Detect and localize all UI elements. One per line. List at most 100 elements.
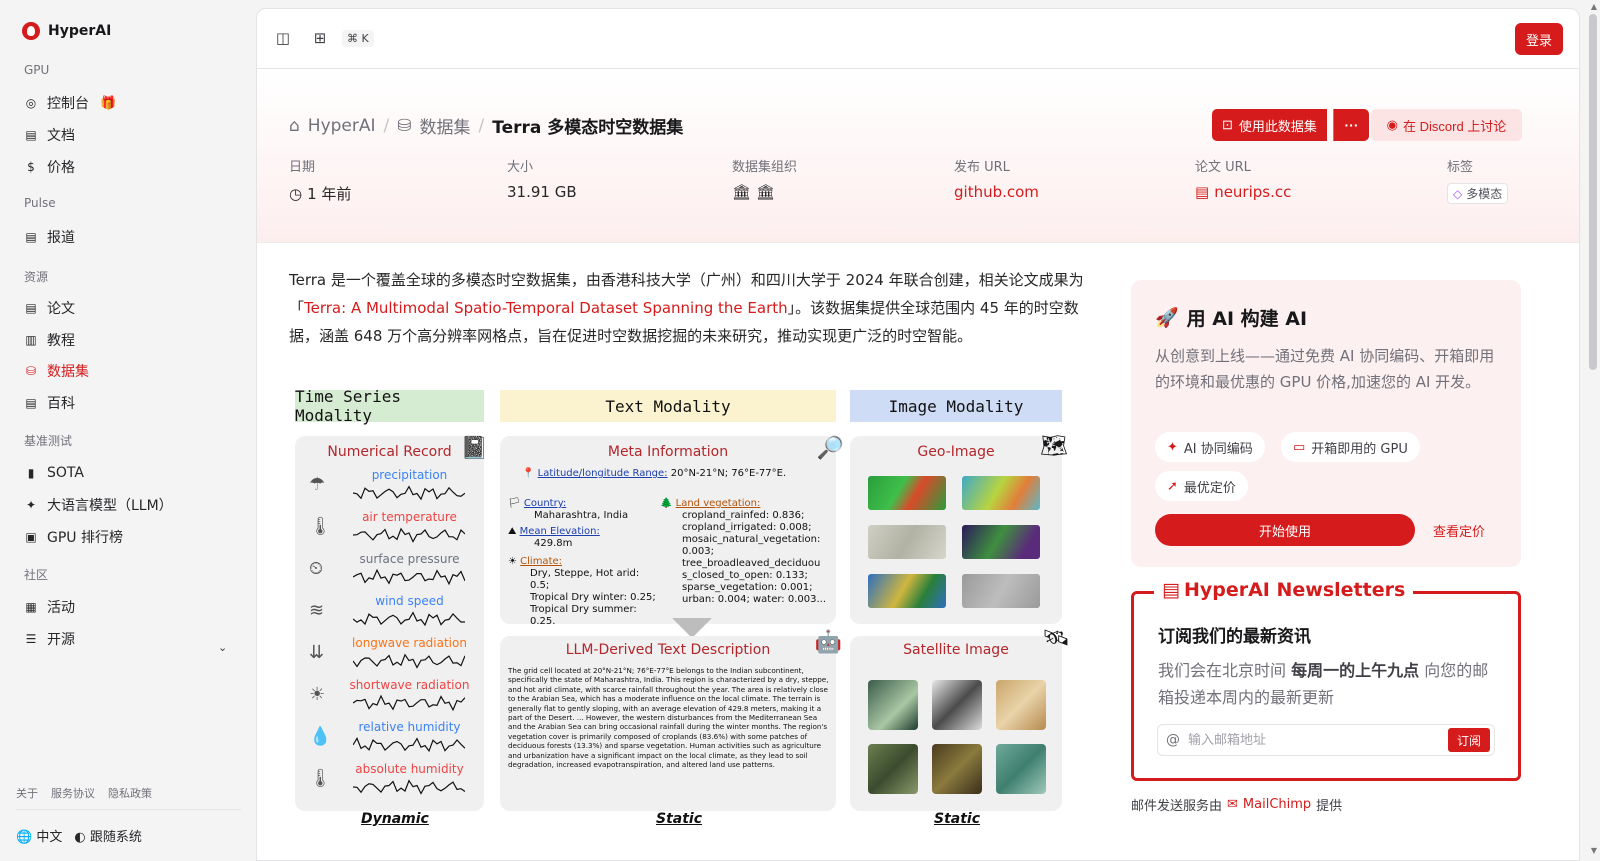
geo-thumbnail [868,525,946,559]
vegetation-line: cropland_irrigated: 0.008; [682,522,812,533]
gauge-icon: ◎ [25,96,37,110]
email-input[interactable] [1188,732,1448,748]
section-title-benchmarks: 基准测试 [24,434,73,448]
series-waveform [353,737,465,753]
geo-thumbnail [962,574,1040,608]
vegetation-line: 0.003; [682,546,714,557]
chip-gpu[interactable]: ▭ 开箱即用的 GPU [1281,432,1420,462]
language-switch[interactable]: 🌐 中文 [16,826,62,845]
shortcut-hint[interactable]: ⌘ K [342,30,374,47]
tree-icon: 🌲 [660,498,673,509]
series-row: ≋ wind speed [305,594,474,634]
about-link[interactable]: 关于 [16,785,38,801]
sidebar-toggle-icon[interactable]: ◫ [274,29,292,47]
mailchimp-credit: 邮件发送服务由 ✉ MailChimp 提供 [1131,797,1343,814]
satellite-thumbnail [868,744,918,794]
chart-icon: ▮ [27,466,35,480]
satellite-icon: 🛰 [1042,626,1070,651]
series-label: longwave radiation [352,636,467,650]
scroll-down-icon[interactable]: ▼ [1591,846,1597,855]
theme-switch[interactable]: ◐ 跟随系统 [74,826,142,845]
llm-description-text: The grid cell located at 20°N-21°N; 76°E… [508,666,829,770]
series-waveform [353,779,465,795]
climate-line: Tropical Dry summer: 0.25. [530,604,637,627]
satellite-thumbnail [996,744,1046,794]
sidebar-item-gpu-leaderboard[interactable]: ▣ GPU 排行榜 [24,527,123,547]
globe-icon: 🌐 [16,830,33,845]
series-label: relative humidity [358,720,461,734]
page-title: Terra 多模态时空数据集 [492,118,684,138]
breadcrumb-root[interactable]: HyperAI [308,116,376,136]
sidebar-item-papers[interactable]: ▤ 论文 [24,298,75,318]
hyperai-logo-icon [22,22,40,40]
discord-button[interactable]: ◉ 在 Discord 上讨论 [1371,109,1522,141]
gift-icon: 🎁 [100,95,117,111]
view-pricing-link[interactable]: 查看定价 [1433,521,1485,540]
map-icon: 🗺 [1040,434,1068,459]
sidebar-item-events[interactable]: ▦ 活动 [24,597,75,617]
climate-line: Dry, Steppe, Hot arid: 0.5; [530,568,640,591]
section-title-resources: 资源 [24,270,49,284]
start-button[interactable]: 开始使用 [1155,514,1415,546]
newspaper-icon: ▤ [1162,579,1180,601]
series-label: absolute humidity [355,762,464,776]
sidebar-item-llm[interactable]: ✦ 大语言模型（LLM） [24,495,173,515]
subscribe-button[interactable]: 订阅 [1448,728,1490,752]
home-icon: ⌂ [289,115,300,136]
sidebar-item-pricing[interactable]: $ 价格 [24,157,75,177]
sidebar-item-tutorials[interactable]: ▥ 教程 [24,330,75,350]
document-icon: ▤ [1195,183,1210,201]
more-button[interactable]: ··· [1333,109,1369,141]
series-icon: 🌡 [309,516,332,537]
rocket-icon: ➚ [1167,478,1178,494]
chip-ai-coding[interactable]: ✦ AI 协同编码 [1155,432,1265,462]
book-icon: ▥ [25,333,37,347]
scroll-up-icon[interactable]: ▲ [1591,2,1597,11]
sidebar-item-sota[interactable]: ▮ SOTA [24,463,84,483]
database-icon: ⛁ [25,364,37,378]
chip-pricing[interactable]: ➚ 最优定价 [1155,471,1248,501]
logo[interactable]: HyperAI [22,22,111,40]
satellite-thumbnail [996,680,1046,730]
scrollbar[interactable]: ▲ ▼ [1586,0,1600,861]
login-button[interactable]: 登录 [1515,23,1563,55]
apps-grid-icon[interactable]: ⊞ [311,29,329,47]
sidebar-item-datasets[interactable]: ⛁ 数据集 [24,361,89,381]
geo-image-title: Geo-Image [917,444,995,460]
series-icon: ☀ [309,684,326,705]
institution-icon[interactable]: 🏛 [732,183,751,201]
paper-url-link[interactable]: neurips.cc [1214,183,1291,201]
paper-link[interactable]: Terra: A Multimodal Spatio-Temporal Data… [304,299,788,317]
series-icon: ☂ [309,474,326,495]
satellite-thumbnail [932,680,982,730]
newsletter-card: ▤ HyperAI Newsletters 订阅我们的最新资讯 我们会在北京时间… [1131,579,1521,781]
breadcrumb: ⌂ HyperAI / ⛁ 数据集 / Terra 多模态时空数据集 [289,113,684,139]
institution-icon[interactable]: 🏛 [756,183,775,201]
geo-image-panel: Geo-Image 🗺 [850,434,1068,624]
satellite-image-title: Satellite Image [903,642,1009,658]
sidebar-item-wiki[interactable]: ▤ 百科 [24,393,75,413]
dollar-icon: $ [27,160,35,174]
terms-link[interactable]: 服务协议 [51,785,95,801]
sidebar-item-console[interactable]: ◎ 控制台 🎁 [24,93,116,113]
app-name: HyperAI [48,23,112,39]
arrow-down-icon [672,618,712,638]
breadcrumb-section[interactable]: 数据集 [420,113,471,138]
tag-badge[interactable]: ◇ 多模态 [1447,183,1509,204]
use-dataset-button[interactable]: ⊡ 使用此数据集 [1212,109,1327,141]
chevron-down-icon[interactable]: ⌄ [218,641,227,654]
footer-divider [16,809,241,810]
vegetation-list: cropland_rainfed: 0.836; cropland_irrigat… [682,510,830,606]
sidebar-item-opensource[interactable]: ☰ 开源 [24,629,75,649]
label-static-image: Static [934,811,981,827]
geo-thumbnail [962,525,1040,559]
privacy-link[interactable]: 隐私政策 [108,785,152,801]
mailchimp-link[interactable]: MailChimp [1243,797,1311,812]
vegetation-line: tree_broadleaved_deciduou [682,558,821,569]
release-url-link[interactable]: github.com [954,183,1039,201]
sidebar-item-news[interactable]: ▤ 报道 [24,227,75,247]
news-icon: ▤ [25,230,37,244]
scrollbar-thumb[interactable] [1589,14,1597,370]
contrast-icon: ◐ [74,830,86,845]
sidebar-item-docs[interactable]: ▤ 文档 [24,125,75,145]
